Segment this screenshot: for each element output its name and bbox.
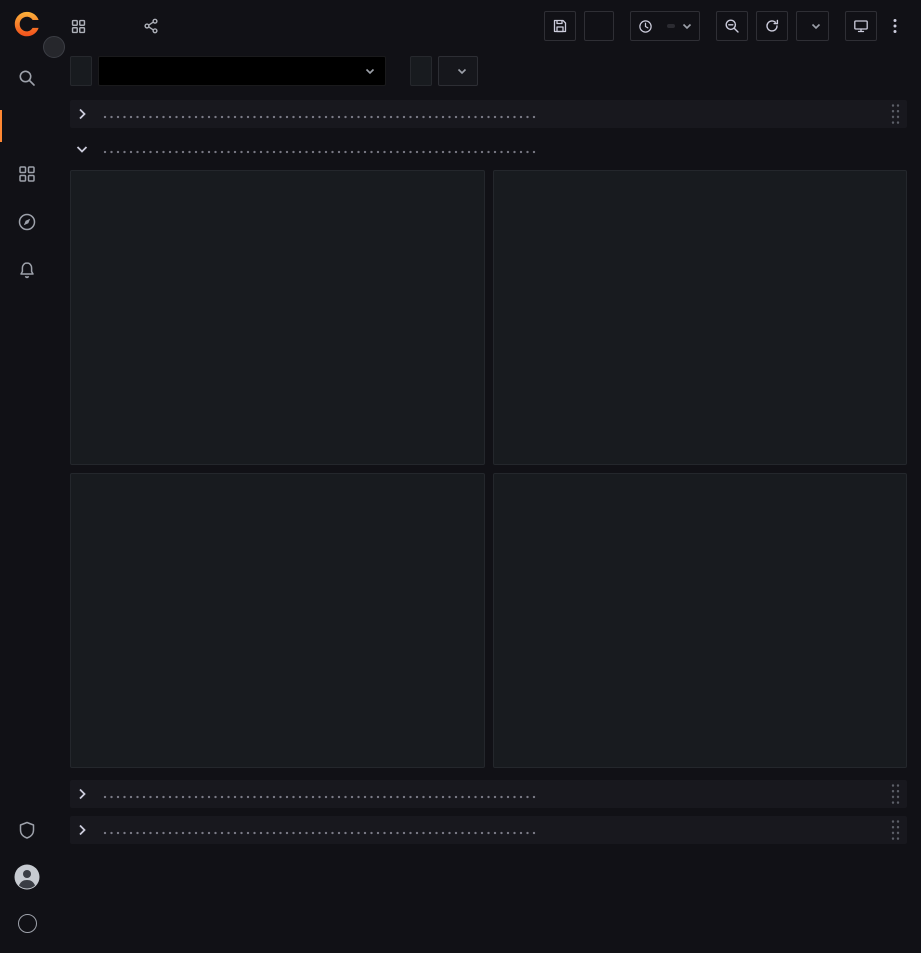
- time-series-plot[interactable]: [502, 502, 802, 652]
- row-drag-handle[interactable]: [891, 819, 901, 841]
- zoom-out-button[interactable]: [716, 11, 748, 41]
- refresh-icon: [764, 18, 780, 34]
- server-admin-menu-item[interactable]: [0, 806, 54, 853]
- row-title-group: [74, 105, 546, 123]
- row-dots-leader: [103, 109, 538, 123]
- kebab-icon: [893, 18, 897, 34]
- tv-mode-button[interactable]: [845, 11, 877, 41]
- time-series-plot[interactable]: [79, 502, 379, 652]
- topbar-kebab-menu[interactable]: [885, 11, 905, 41]
- panel-404-by-uri: [493, 170, 908, 465]
- alerting-menu-item[interactable]: [0, 246, 54, 294]
- dashboards-grid-icon: [17, 164, 37, 184]
- time-series-chart[interactable]: [79, 199, 476, 431]
- row-title-group: [74, 785, 546, 803]
- topbar-actions: [544, 11, 905, 41]
- chevron-down-icon: [811, 23, 821, 30]
- chevron-right-icon: [74, 788, 90, 800]
- user-profile-menu-item[interactable]: [0, 853, 54, 900]
- time-range-picker[interactable]: [630, 11, 700, 41]
- shield-icon: [17, 820, 37, 840]
- chevron-down-icon: [365, 68, 375, 75]
- bell-icon: [17, 260, 37, 280]
- variables-bar: [54, 52, 921, 98]
- save-icon: [552, 18, 568, 34]
- row-dots-leader: [103, 825, 538, 839]
- panel-grid: [70, 170, 907, 768]
- monitor-icon: [853, 18, 869, 34]
- panel-legend: [71, 431, 484, 464]
- request-host-label: [410, 56, 432, 86]
- apps-icon: [70, 18, 87, 35]
- row-header-1xx-3xx-2xx[interactable]: [70, 100, 907, 128]
- avatar: [14, 864, 40, 890]
- row-header-6xx[interactable]: [70, 816, 907, 844]
- dashboard-content: [54, 98, 921, 953]
- search-menu-item[interactable]: [0, 54, 54, 102]
- datasource-label[interactable]: [70, 56, 92, 86]
- explore-menu-item[interactable]: [0, 198, 54, 246]
- chevron-down-icon: [74, 143, 90, 155]
- time-series-chart[interactable]: [502, 199, 899, 374]
- compass-icon: [17, 212, 37, 232]
- chevron-right-icon: [74, 824, 90, 836]
- panel-title[interactable]: [71, 474, 484, 502]
- dashboard-settings-button[interactable]: [584, 11, 614, 41]
- row-header-4xx[interactable]: [70, 136, 907, 162]
- datasource-select[interactable]: [98, 56, 386, 86]
- side-menu: [0, 0, 54, 953]
- favorites-menu-item[interactable]: [0, 102, 54, 150]
- panel-legend: [71, 734, 484, 767]
- row-header-5xx[interactable]: [70, 780, 907, 808]
- clock-icon: [638, 19, 653, 34]
- row-title-group: [74, 821, 546, 839]
- chevron-down-icon: [682, 23, 692, 30]
- row-dots-leader: [103, 144, 538, 158]
- help-icon: [18, 914, 37, 933]
- row-dots-leader: [103, 789, 538, 803]
- dashboard-topbar: [54, 0, 921, 52]
- panel-404-by-remote-addr: [70, 170, 485, 465]
- panel-title[interactable]: [494, 474, 907, 502]
- row-drag-handle[interactable]: [891, 103, 901, 125]
- search-icon: [17, 68, 37, 88]
- help-menu-item[interactable]: [0, 900, 54, 947]
- refresh-interval-select[interactable]: [796, 11, 829, 41]
- refresh-button[interactable]: [756, 11, 788, 41]
- timezone-badge: [667, 24, 675, 28]
- time-series-plot[interactable]: [502, 199, 802, 349]
- request-host-select[interactable]: [438, 56, 478, 86]
- panel-legend: [494, 374, 907, 464]
- chevron-down-icon: [457, 68, 467, 75]
- panel-title[interactable]: [71, 171, 484, 199]
- row-title-group: [74, 140, 546, 158]
- panel-legend: [494, 677, 907, 767]
- row-drag-handle[interactable]: [891, 783, 901, 805]
- panel-4xx-by-remote-addr: [70, 473, 485, 768]
- open-menu-button[interactable]: [43, 36, 65, 58]
- zoom-out-icon: [724, 18, 740, 34]
- grafana-logo[interactable]: [12, 10, 42, 40]
- share-icon[interactable]: [143, 18, 159, 34]
- panel-4xx-by-uri: [493, 473, 908, 768]
- configuration-menu-item[interactable]: [0, 759, 54, 806]
- save-dashboard-button[interactable]: [544, 11, 576, 41]
- sidebar-bottom-group: [0, 759, 54, 947]
- time-series-plot[interactable]: [79, 199, 379, 349]
- panel-title[interactable]: [494, 171, 907, 199]
- time-series-chart[interactable]: [79, 502, 476, 734]
- dashboards-menu-item[interactable]: [0, 150, 54, 198]
- time-series-chart[interactable]: [502, 502, 899, 677]
- chevron-right-icon: [74, 108, 90, 120]
